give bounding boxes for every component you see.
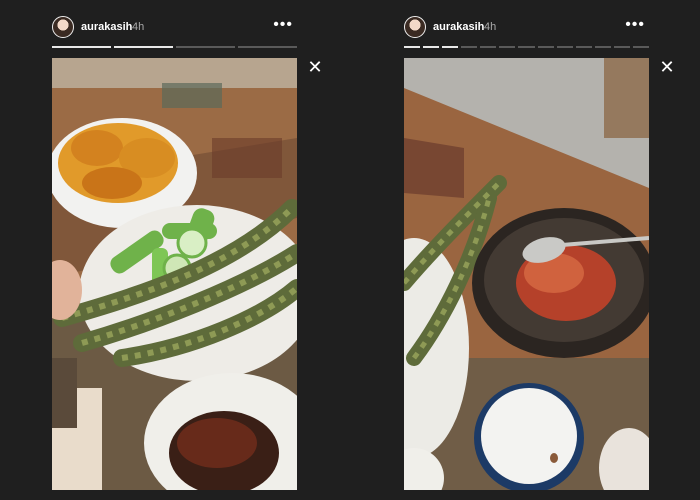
- progress-segment: [632, 46, 650, 48]
- avatar[interactable]: [52, 16, 74, 38]
- username[interactable]: aurakasih: [433, 21, 484, 33]
- story-media-left[interactable]: [52, 58, 297, 490]
- story-header: aurakasih 4h •••: [404, 10, 649, 44]
- progress-segment: [518, 46, 535, 48]
- progress-segment: [114, 46, 173, 48]
- progress-segment: [52, 46, 111, 48]
- progress-segment: [404, 46, 421, 48]
- progress-segment: [423, 46, 440, 48]
- progress-segment: [613, 46, 630, 48]
- progress-segment: [238, 46, 297, 48]
- progress-segment: [442, 46, 459, 48]
- progress-segment: [499, 46, 516, 48]
- more-horizontal-icon[interactable]: •••: [625, 16, 645, 34]
- story-panel-left: aurakasih 4h •••: [52, 0, 297, 500]
- progress-segment: [480, 46, 497, 48]
- progress-segment: [594, 46, 611, 48]
- progress-segment: [176, 46, 235, 48]
- avatar[interactable]: [404, 16, 426, 38]
- story-media-right[interactable]: [404, 58, 649, 490]
- story-progress-bar: [404, 46, 650, 48]
- close-icon[interactable]: ✕: [658, 58, 676, 76]
- username[interactable]: aurakasih: [81, 21, 132, 33]
- progress-segment: [556, 46, 573, 48]
- progress-segment: [461, 46, 478, 48]
- timestamp: 4h: [132, 21, 145, 33]
- progress-segment: [537, 46, 554, 48]
- more-horizontal-icon[interactable]: •••: [273, 16, 293, 34]
- close-icon[interactable]: ✕: [306, 58, 324, 76]
- story-header: aurakasih 4h •••: [52, 10, 297, 44]
- story-panel-right: aurakasih 4h •••: [404, 0, 650, 500]
- timestamp: 4h: [484, 21, 497, 33]
- story-progress-bar: [52, 46, 297, 48]
- progress-segment: [575, 46, 592, 48]
